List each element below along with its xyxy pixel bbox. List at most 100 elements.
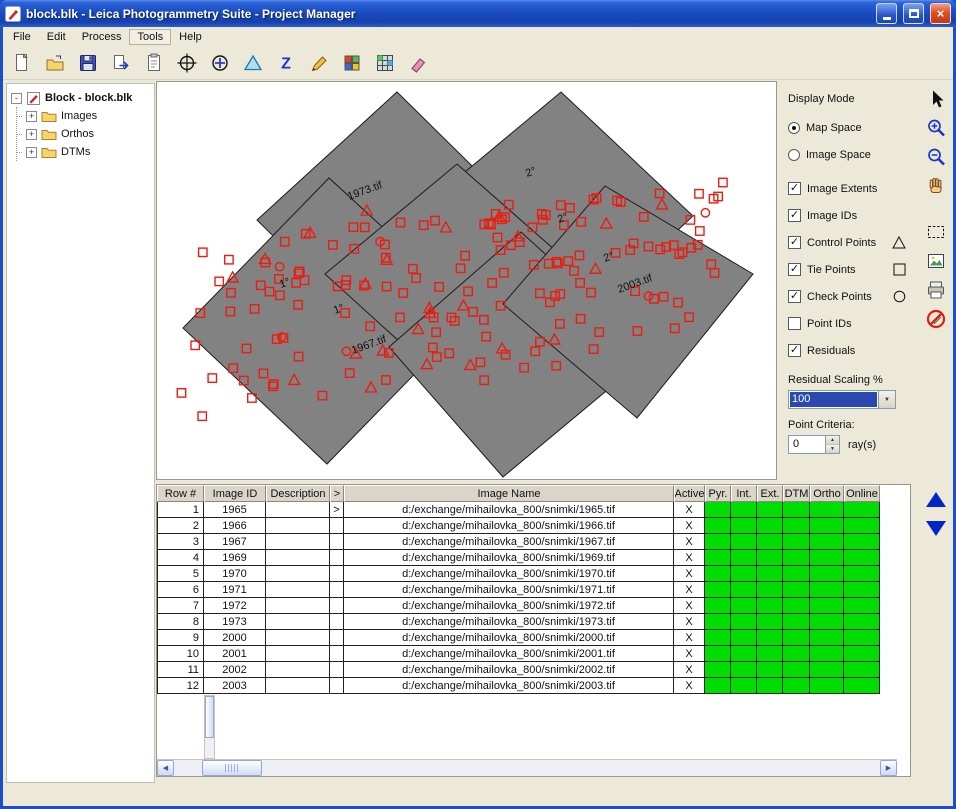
checkbox-control-points[interactable]: ✓Control Points	[788, 229, 920, 256]
toolbar-save-button[interactable]	[75, 50, 101, 76]
status-cell-pyr[interactable]	[705, 518, 731, 534]
row-number-cell[interactable]: 11	[157, 662, 204, 678]
active-cell[interactable]: X	[674, 566, 705, 582]
description-cell[interactable]	[266, 502, 330, 518]
column-header-dtm[interactable]: DTM	[783, 485, 810, 502]
active-cell[interactable]: X	[674, 502, 705, 518]
status-cell-ortho[interactable]	[810, 614, 844, 630]
status-cell-int[interactable]	[731, 550, 757, 566]
image-name-cell[interactable]: d:/exchange/mihailovka_800/snimki/2000.t…	[344, 630, 674, 646]
column-header-ext[interactable]: Ext.	[757, 485, 783, 502]
status-cell-pyr[interactable]	[705, 534, 731, 550]
status-cell-int[interactable]	[731, 678, 757, 694]
table-vertical-scrollbar[interactable]	[204, 695, 215, 759]
image-id-cell[interactable]: 2003	[204, 678, 266, 694]
row-number-cell[interactable]: 2	[157, 518, 204, 534]
toolbar-triangle-button[interactable]	[240, 50, 266, 76]
status-cell-dtm[interactable]	[783, 598, 810, 614]
status-cell-dtm[interactable]	[783, 662, 810, 678]
description-cell[interactable]	[266, 518, 330, 534]
titlebar[interactable]: block.blk - Leica Photogrammetry Suite -…	[0, 0, 956, 27]
radio-image-space[interactable]: Image Space	[788, 141, 920, 168]
checkbox-check-points[interactable]: ✓Check Points	[788, 283, 920, 310]
image-name-cell[interactable]: d:/exchange/mihailovka_800/snimki/1971.t…	[344, 582, 674, 598]
arrow-cell[interactable]	[330, 646, 344, 662]
image-name-cell[interactable]: d:/exchange/mihailovka_800/snimki/2003.t…	[344, 678, 674, 694]
tree-item-orthos[interactable]: +Orthos	[17, 125, 152, 143]
pan-tool-button[interactable]	[923, 174, 949, 198]
status-cell-dtm[interactable]	[783, 678, 810, 694]
arrow-cell[interactable]	[330, 630, 344, 646]
checkbox-image-extents[interactable]: ✓Image Extents	[788, 175, 920, 202]
status-cell-online[interactable]	[844, 614, 880, 630]
status-cell-dtm[interactable]	[783, 566, 810, 582]
status-cell-ext[interactable]	[757, 598, 783, 614]
table-horizontal-scrollbar[interactable]: ◀ ▶	[157, 759, 897, 776]
status-cell-online[interactable]	[844, 582, 880, 598]
column-header-ortho[interactable]: Ortho	[810, 485, 844, 502]
toolbar-new-button[interactable]	[9, 50, 35, 76]
row-number-cell[interactable]: 8	[157, 614, 204, 630]
active-cell[interactable]: X	[674, 630, 705, 646]
row-number-cell[interactable]: 3	[157, 534, 204, 550]
spin-down-button[interactable]: ▼	[826, 445, 839, 453]
print-tool-button[interactable]	[923, 278, 949, 302]
status-cell-online[interactable]	[844, 534, 880, 550]
horizontal-scroll-thumb[interactable]	[202, 760, 262, 776]
status-cell-dtm[interactable]	[783, 534, 810, 550]
description-cell[interactable]	[266, 534, 330, 550]
image-tool-button[interactable]	[923, 249, 949, 273]
checkbox-residuals[interactable]: ✓Residuals	[788, 337, 920, 364]
image-name-cell[interactable]: d:/exchange/mihailovka_800/snimki/1970.t…	[344, 566, 674, 582]
image-id-cell[interactable]: 1970	[204, 566, 266, 582]
zoom-out-tool-button[interactable]	[923, 145, 949, 169]
image-id-cell[interactable]: 2002	[204, 662, 266, 678]
residual-scaling-combo[interactable]: 100 ▼	[788, 390, 896, 409]
column-header-image-name[interactable]: Image Name	[344, 485, 674, 502]
toolbar-report-button[interactable]	[141, 50, 167, 76]
active-cell[interactable]: X	[674, 534, 705, 550]
radio-map-space[interactable]: Map Space	[788, 114, 920, 141]
checkbox-tie-points[interactable]: ✓Tie Points	[788, 256, 920, 283]
status-cell-int[interactable]	[731, 646, 757, 662]
status-cell-ortho[interactable]	[810, 550, 844, 566]
expand-icon[interactable]: +	[26, 111, 37, 122]
status-cell-dtm[interactable]	[783, 502, 810, 518]
status-cell-ext[interactable]	[757, 502, 783, 518]
active-cell[interactable]: X	[674, 662, 705, 678]
status-cell-ext[interactable]	[757, 566, 783, 582]
status-cell-int[interactable]	[731, 518, 757, 534]
arrow-cell[interactable]	[330, 582, 344, 598]
image-id-cell[interactable]: 1969	[204, 550, 266, 566]
arrow-cell[interactable]	[330, 550, 344, 566]
status-cell-ext[interactable]	[757, 662, 783, 678]
status-cell-ortho[interactable]	[810, 566, 844, 582]
image-id-cell[interactable]: 1973	[204, 614, 266, 630]
menu-item-edit[interactable]: Edit	[39, 29, 74, 45]
active-cell[interactable]: X	[674, 582, 705, 598]
image-name-cell[interactable]: d:/exchange/mihailovka_800/snimki/1969.t…	[344, 550, 674, 566]
status-cell-ortho[interactable]	[810, 646, 844, 662]
column-header-active[interactable]: Active	[674, 485, 705, 502]
image-id-cell[interactable]: 1971	[204, 582, 266, 598]
status-cell-int[interactable]	[731, 662, 757, 678]
status-cell-ext[interactable]	[757, 646, 783, 662]
toolbar-zoom-select-button[interactable]	[207, 50, 233, 76]
status-cell-online[interactable]	[844, 550, 880, 566]
close-button[interactable]: ×	[930, 3, 951, 24]
description-cell[interactable]	[266, 550, 330, 566]
point-criteria-spinner[interactable]: 0 ▲ ▼	[788, 435, 840, 454]
status-cell-int[interactable]	[731, 630, 757, 646]
spin-up-button[interactable]: ▲	[826, 436, 839, 445]
toolbar-eraser-button[interactable]	[405, 50, 431, 76]
active-cell[interactable]: X	[674, 678, 705, 694]
status-cell-dtm[interactable]	[783, 518, 810, 534]
image-name-cell[interactable]: d:/exchange/mihailovka_800/snimki/1965.t…	[344, 502, 674, 518]
description-cell[interactable]	[266, 566, 330, 582]
arrow-cell[interactable]	[330, 534, 344, 550]
status-cell-int[interactable]	[731, 582, 757, 598]
status-cell-pyr[interactable]	[705, 566, 731, 582]
toolbar-export-button[interactable]	[108, 50, 134, 76]
row-up-button[interactable]	[924, 490, 948, 510]
arrow-cell[interactable]	[330, 598, 344, 614]
